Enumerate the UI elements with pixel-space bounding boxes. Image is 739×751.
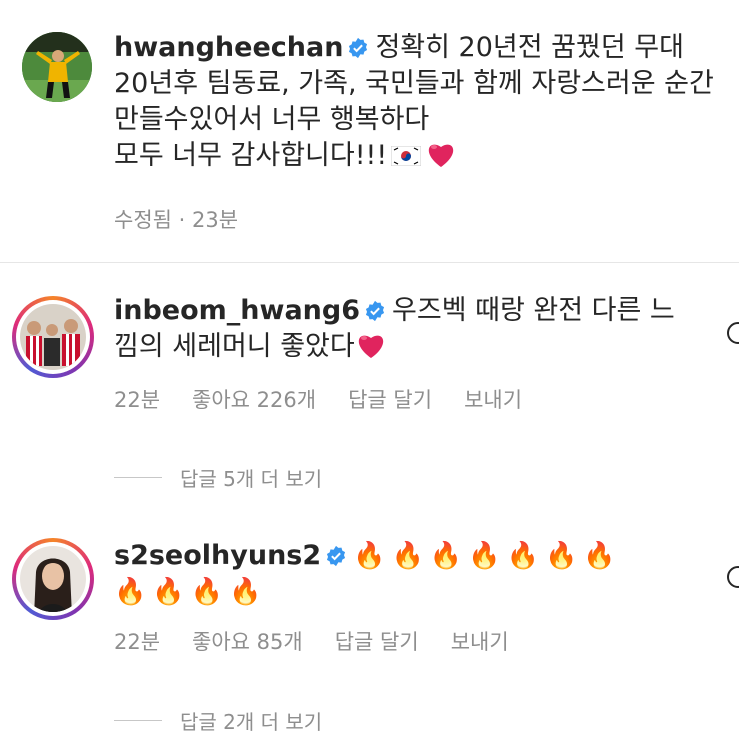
- comment-likes[interactable]: 좋아요 85개: [192, 630, 303, 654]
- caption-line-4: 모두 너무 감사합니다!!!: [114, 140, 388, 171]
- comment-meta: 22분 좋아요 85개 답글 달기 보내기: [114, 626, 541, 656]
- heart-emoji-icon: [429, 144, 454, 167]
- view-replies-label: 답글 2개 더 보기: [180, 710, 323, 734]
- send-button[interactable]: 보내기: [451, 630, 509, 654]
- like-heart-icon[interactable]: [727, 566, 739, 588]
- comment-line-2: 낌의 세레머니 좋았다: [114, 331, 355, 362]
- comment-meta: 22분 좋아요 226개 답글 달기 보내기: [114, 384, 554, 414]
- view-replies-label: 답글 5개 더 보기: [180, 467, 323, 491]
- caption-line-1: 정확히 20년전 꿈꿨던 무대: [375, 32, 684, 63]
- caption-text: hwangheechan 정확히 20년전 꿈꿨던 무대 20년후 팀동료, 가족…: [114, 30, 714, 174]
- view-replies-button[interactable]: 답글 5개 더 보기: [114, 463, 322, 492]
- korea-flag-icon: [391, 146, 422, 166]
- comment-username[interactable]: inbeom_hwang6: [114, 295, 360, 326]
- comment-time: 22분: [114, 388, 161, 412]
- view-replies-button[interactable]: 답글 2개 더 보기: [114, 706, 322, 735]
- avatar-photo-icon: [20, 546, 86, 612]
- comment-avatar-ring[interactable]: [12, 538, 94, 620]
- caption-avatar[interactable]: [22, 32, 92, 102]
- replies-line: [114, 477, 162, 478]
- caption-username[interactable]: hwangheechan: [114, 32, 343, 63]
- comment-time: 22분: [114, 630, 161, 654]
- heart-emoji-icon: [358, 335, 383, 358]
- reply-button[interactable]: 답글 달기: [335, 630, 419, 654]
- caption-line-3: 만들수있어서 너무 행복하다: [114, 104, 430, 135]
- avatar-photo-icon: [22, 32, 92, 102]
- caption-meta: 수정됨 · 23분: [114, 208, 239, 232]
- like-heart-icon[interactable]: [727, 322, 739, 344]
- verified-badge-icon: [365, 300, 385, 322]
- reply-button[interactable]: 답글 달기: [348, 388, 432, 412]
- verified-badge-icon: [349, 37, 368, 59]
- send-button[interactable]: 보내기: [464, 388, 522, 412]
- section-divider: [0, 262, 739, 263]
- comment-username[interactable]: s2seolhyuns2: [114, 540, 321, 571]
- fire-emoji-line-2: 🔥🔥🔥🔥: [114, 577, 268, 607]
- caption-line-2: 20년후 팀동료, 가족, 국민들과 함께 자랑스러운 순간: [114, 68, 714, 99]
- comment-likes[interactable]: 좋아요 226개: [192, 388, 316, 412]
- avatar-photo-icon: [20, 304, 86, 370]
- replies-line: [114, 720, 162, 721]
- comment-text: s2seolhyuns2 🔥🔥🔥🔥🔥🔥🔥 🔥🔥🔥🔥: [114, 538, 622, 610]
- verified-badge-icon: [327, 545, 346, 567]
- comment-text: inbeom_hwang6 우즈벡 때랑 완전 다른 느 낌의 세레머니 좋았다: [114, 293, 675, 365]
- comment-line-1: 우즈벡 때랑 완전 다른 느: [392, 295, 675, 326]
- fire-emoji-line-1: 🔥🔥🔥🔥🔥🔥🔥: [353, 541, 622, 571]
- comment-avatar-ring[interactable]: [12, 296, 94, 378]
